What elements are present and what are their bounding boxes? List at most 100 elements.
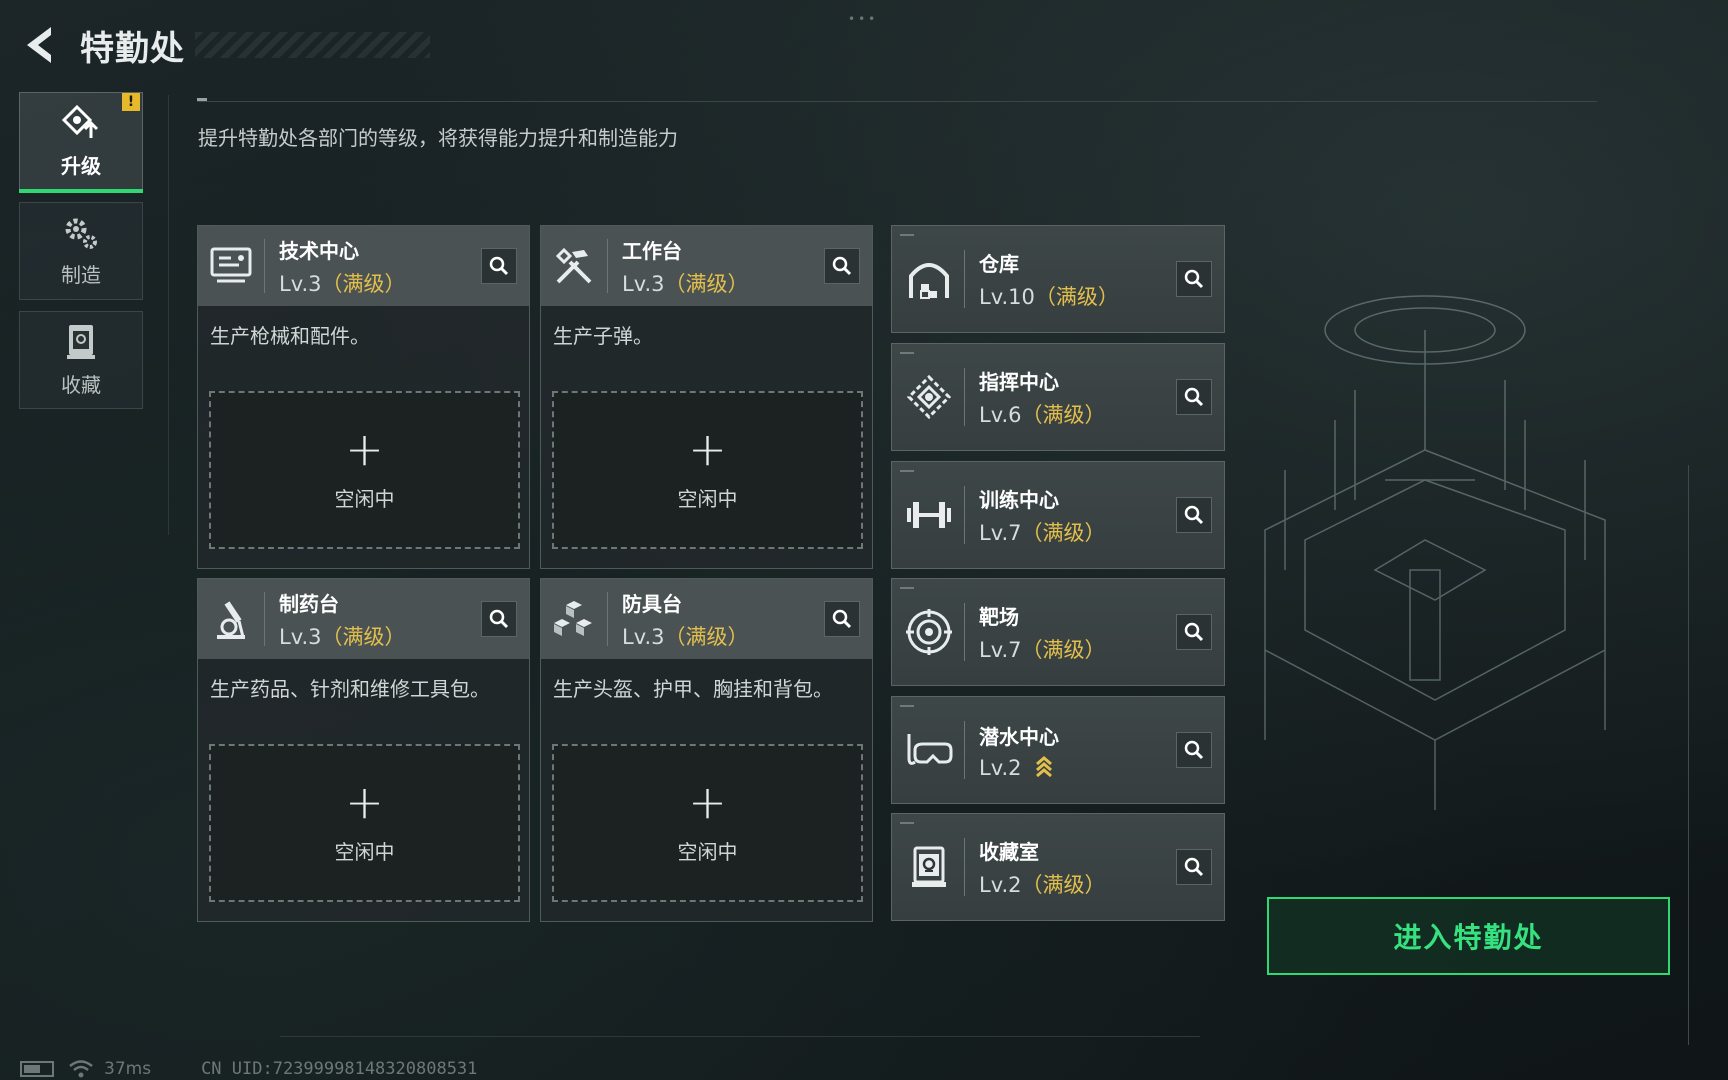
facility-level: Lv.3（满级） xyxy=(622,268,749,298)
facility-name: 技术中心 xyxy=(279,238,359,263)
dumbbell-icon xyxy=(894,461,964,569)
diving-mask-icon xyxy=(894,696,964,804)
card-armor-bench: 防具台 Lv.3（满级） 生产头盔、护甲、胸挂和背包。 + 空闲中 xyxy=(540,578,873,922)
level-value: Lv.3 xyxy=(622,624,665,649)
production-slot[interactable]: + 空闲中 xyxy=(552,391,863,549)
card-header: 技术中心 Lv.3（满级） xyxy=(198,226,529,306)
facility-shooting-range[interactable]: 靶场 Lv.7（满级） xyxy=(891,578,1225,686)
search-button[interactable] xyxy=(1176,849,1212,885)
search-icon xyxy=(1184,269,1204,289)
wifi-icon xyxy=(69,1060,93,1078)
gears-icon xyxy=(65,218,97,249)
max-level-tag: （满级） xyxy=(1021,637,1106,662)
page-description: 提升特勤处各部门的等级，将获得能力提升和制造能力 xyxy=(198,126,678,150)
tab-craft[interactable]: 制造 xyxy=(19,202,143,300)
search-button[interactable] xyxy=(1176,261,1212,297)
search-icon xyxy=(1184,387,1204,407)
facility-name: 工作台 xyxy=(622,238,682,263)
facility-name: 靶场 xyxy=(979,604,1019,629)
search-button[interactable] xyxy=(1176,732,1212,768)
search-icon xyxy=(489,256,509,276)
search-icon xyxy=(832,256,852,276)
facility-name: 防具台 xyxy=(622,591,682,616)
facility-titles: 潜水中心 Lv.2 xyxy=(979,721,1059,780)
enter-button-label: 进入特勤处 xyxy=(1393,921,1544,954)
plus-icon: + xyxy=(345,774,384,829)
facility-name: 制药台 xyxy=(279,591,339,616)
facility-level: Lv.3（满级） xyxy=(622,621,749,651)
search-button[interactable] xyxy=(824,248,860,284)
slot-status: 空闲中 xyxy=(677,839,738,864)
max-level-tag: （满级） xyxy=(321,271,406,296)
max-level-tag: （满级） xyxy=(1034,284,1119,309)
search-button[interactable] xyxy=(824,601,860,637)
production-slot[interactable]: + 空闲中 xyxy=(552,744,863,902)
search-button[interactable] xyxy=(1176,497,1212,533)
search-button[interactable] xyxy=(1176,379,1212,415)
level-value: Lv.10 xyxy=(979,284,1035,309)
facility-name: 仓库 xyxy=(979,251,1019,276)
facility-description: 生产子弹。 xyxy=(553,324,653,348)
facility-name: 收藏室 xyxy=(979,839,1039,864)
microscope-icon xyxy=(198,579,264,659)
max-level-tag: （满级） xyxy=(1021,872,1106,897)
facility-name: 训练中心 xyxy=(979,487,1059,512)
search-icon xyxy=(1184,505,1204,525)
facility-collection-room[interactable]: 收藏室 Lv.2（满级） xyxy=(891,813,1225,921)
ping-value: 37ms xyxy=(104,1059,152,1079)
facility-level: Lv.3（满级） xyxy=(279,621,406,651)
facility-warehouse[interactable]: 仓库 Lv.10（满级） xyxy=(891,225,1225,333)
nav-divider xyxy=(168,95,169,535)
tab-collection-label: 收藏 xyxy=(61,372,101,397)
computer-icon xyxy=(198,226,264,306)
facility-training-center[interactable]: 训练中心 Lv.7（满级） xyxy=(891,461,1225,569)
base-wireframe-illustration xyxy=(1264,295,1606,810)
plus-icon: + xyxy=(688,774,727,829)
header-separator xyxy=(964,838,965,896)
collection-icon xyxy=(67,324,95,359)
top-divider-mark xyxy=(197,98,207,101)
card-tech-center: 技术中心 Lv.3（满级） 生产枪械和配件。 + 空闲中 xyxy=(197,225,530,569)
search-button[interactable] xyxy=(481,601,517,637)
card-workbench: 工作台 Lv.3（满级） 生产子弹。 + 空闲中 xyxy=(540,225,873,569)
max-level-tag: （满级） xyxy=(1021,402,1106,427)
max-level-tag: （满级） xyxy=(664,624,749,649)
user-uid: CN UID:723999981483208085​31 xyxy=(201,1059,478,1079)
facility-command-center[interactable]: 指挥中心 Lv.6（满级） xyxy=(891,343,1225,451)
search-button[interactable] xyxy=(1176,614,1212,650)
status-bar: 37ms CN UID:723999981483208085​31 xyxy=(20,1058,477,1080)
facility-titles: 靶场 Lv.7（满级） xyxy=(979,601,1106,664)
command-icon xyxy=(894,343,964,451)
enter-special-ops-button[interactable]: 进入特勤处 xyxy=(1267,897,1670,975)
slot-status: 空闲中 xyxy=(677,486,738,511)
level-value: Lv.2 xyxy=(979,755,1022,780)
level-value: Lv.3 xyxy=(279,271,322,296)
card-titles: 制药台 Lv.3（满级） xyxy=(279,588,406,651)
level-value: Lv.3 xyxy=(622,271,665,296)
level-value: Lv.2 xyxy=(979,872,1022,897)
back-button[interactable] xyxy=(20,23,60,67)
facility-diving-center[interactable]: 潜水中心 Lv.2 xyxy=(891,696,1225,804)
search-button[interactable] xyxy=(481,248,517,284)
header-separator xyxy=(964,486,965,544)
facility-level: Lv.3（满级） xyxy=(279,268,406,298)
production-slot[interactable]: + 空闲中 xyxy=(209,744,520,902)
tab-upgrade[interactable]: ! 升级 xyxy=(19,92,143,193)
header-separator xyxy=(964,721,965,779)
page-title: 特勤处 xyxy=(80,28,185,69)
facility-description: 生产枪械和配件。 xyxy=(210,324,370,348)
header-separator xyxy=(264,592,265,646)
facility-titles: 训练中心 Lv.7（满级） xyxy=(979,484,1106,547)
card-titles: 技术中心 Lv.3（满级） xyxy=(279,235,406,298)
slot-status: 空闲中 xyxy=(334,486,395,511)
card-header: 制药台 Lv.3（满级） xyxy=(198,579,529,659)
top-handle: ••• xyxy=(848,12,879,26)
tab-craft-label: 制造 xyxy=(61,262,101,287)
battery-icon xyxy=(20,1061,54,1077)
facility-level: Lv.7（满级） xyxy=(979,517,1106,547)
facility-titles: 收藏室 Lv.2（满级） xyxy=(979,836,1106,899)
plus-icon: + xyxy=(345,421,384,476)
upgrade-icon xyxy=(61,104,99,138)
production-slot[interactable]: + 空闲中 xyxy=(209,391,520,549)
tab-collection[interactable]: 收藏 xyxy=(19,311,143,409)
